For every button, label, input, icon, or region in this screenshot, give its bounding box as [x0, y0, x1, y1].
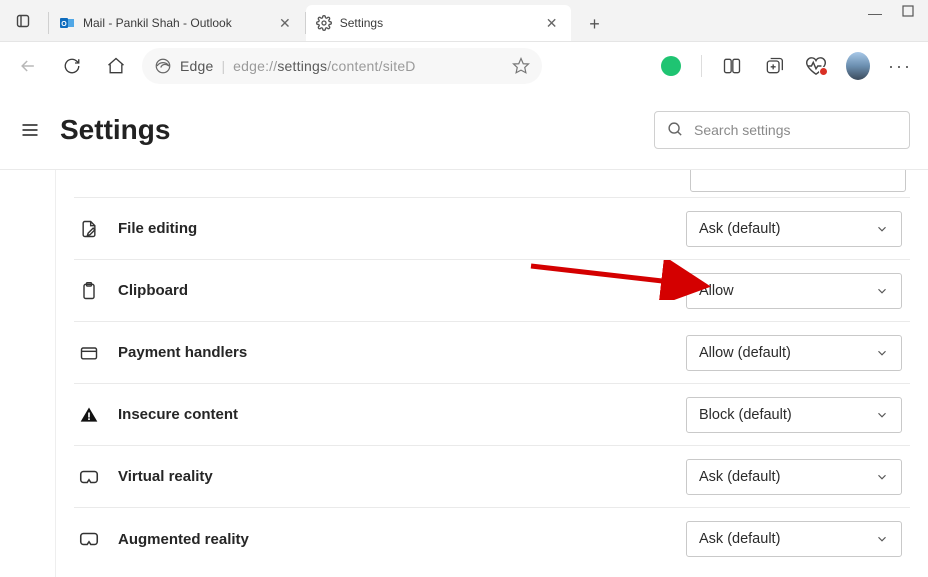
maximize-button[interactable]: [902, 5, 920, 17]
edge-icon: [154, 57, 172, 75]
row-label: Augmented reality: [118, 531, 668, 548]
row-virtual-reality: Virtual reality Ask (default): [74, 446, 910, 508]
chevron-down-icon: [875, 284, 889, 298]
separator: |: [222, 58, 226, 74]
minimize-button[interactable]: ―: [866, 5, 884, 21]
window-controls: ―: [866, 0, 928, 41]
tab-settings[interactable]: Settings ✕: [306, 5, 572, 41]
ar-icon: [78, 528, 100, 550]
browser-toolbar: Edge | edge://settings/content/siteD ···: [0, 42, 928, 90]
row-label: Payment handlers: [118, 344, 668, 361]
row-clipboard: Clipboard Allow: [74, 260, 910, 322]
outlook-icon: O: [59, 15, 75, 31]
dropdown-clipboard[interactable]: Allow: [686, 273, 902, 309]
tab-actions-button[interactable]: [0, 1, 48, 41]
profile-avatar[interactable]: [846, 54, 870, 78]
chevron-down-icon: [875, 408, 889, 422]
menu-toggle-button[interactable]: [18, 118, 42, 142]
row-label: Insecure content: [118, 406, 668, 423]
home-button[interactable]: [98, 48, 134, 84]
clipboard-icon: [78, 280, 100, 302]
row-augmented-reality: Augmented reality Ask (default): [74, 508, 910, 570]
search-input[interactable]: [694, 122, 897, 138]
row-label: Clipboard: [118, 282, 668, 299]
dropdown-virtual-reality[interactable]: Ask (default): [686, 459, 902, 495]
row-file-editing: File editing Ask (default): [74, 198, 910, 260]
warning-icon: [78, 404, 100, 426]
payment-icon: [78, 342, 100, 364]
dropdown-file-editing[interactable]: Ask (default): [686, 211, 902, 247]
url-display: edge://settings/content/siteD: [233, 58, 415, 74]
settings-body: File editing Ask (default) Clipboard All…: [0, 170, 928, 577]
split-screen-icon[interactable]: [720, 54, 744, 78]
close-icon[interactable]: ✕: [542, 13, 562, 34]
tab-title: Mail - Pankil Shah - Outlook: [83, 16, 263, 30]
row-insecure-content: Insecure content Block (default): [74, 384, 910, 446]
chevron-down-icon: [875, 346, 889, 360]
page-title: Settings: [60, 114, 170, 146]
chevron-down-icon: [875, 532, 889, 546]
tab-outlook[interactable]: O Mail - Pankil Shah - Outlook ✕: [49, 5, 305, 41]
address-bar[interactable]: Edge | edge://settings/content/siteD: [142, 48, 542, 84]
tab-title: Settings: [340, 16, 530, 30]
dropdown-insecure-content[interactable]: Block (default): [686, 397, 902, 433]
favorite-icon[interactable]: [512, 57, 530, 75]
refresh-button[interactable]: [54, 48, 90, 84]
divider: [701, 55, 702, 77]
collections-icon[interactable]: [762, 54, 786, 78]
grammarly-icon[interactable]: [659, 54, 683, 78]
vr-icon: [78, 466, 100, 488]
file-editing-icon: [78, 218, 100, 240]
search-settings[interactable]: [654, 111, 910, 149]
sidebar-spacer: [0, 170, 56, 577]
search-icon: [667, 121, 684, 138]
settings-header: Settings: [0, 90, 928, 170]
toolbar-right: ···: [659, 54, 918, 78]
dropdown-payment-handlers[interactable]: Allow (default): [686, 335, 902, 371]
svg-text:O: O: [61, 21, 67, 28]
back-button[interactable]: [10, 48, 46, 84]
chevron-down-icon: [875, 222, 889, 236]
row-label: File editing: [118, 220, 668, 237]
new-tab-button[interactable]: +: [577, 7, 611, 41]
health-icon[interactable]: [804, 54, 828, 78]
more-icon[interactable]: ···: [888, 54, 912, 78]
chevron-down-icon: [875, 470, 889, 484]
close-icon[interactable]: ✕: [275, 13, 295, 34]
dropdown-augmented-reality[interactable]: Ask (default): [686, 521, 902, 557]
gear-icon: [316, 15, 332, 31]
settings-content[interactable]: File editing Ask (default) Clipboard All…: [56, 170, 928, 577]
row-label: Virtual reality: [118, 468, 668, 485]
titlebar: O Mail - Pankil Shah - Outlook ✕ Setting…: [0, 0, 928, 42]
url-prefix: Edge: [180, 58, 214, 74]
row-payment-handlers: Payment handlers Allow (default): [74, 322, 910, 384]
